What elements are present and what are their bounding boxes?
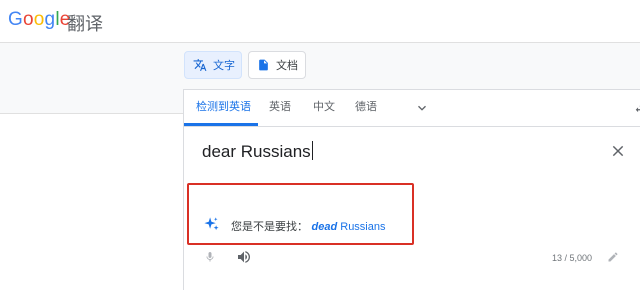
tab-detected-english[interactable]: 检测到英语 <box>196 90 251 126</box>
document-mode-button[interactable]: 文档 <box>248 51 306 79</box>
product-name: 翻译 <box>67 14 103 35</box>
suggestion-rest: Russians <box>337 221 386 233</box>
active-tab-indicator <box>184 123 258 126</box>
suggestion-corrected-word: dead <box>311 221 338 233</box>
character-count: 13 / 5,000 <box>552 253 593 263</box>
app-header: Google 翻译 <box>0 0 640 42</box>
swap-icon[interactable] <box>634 101 640 115</box>
tab-german[interactable]: 德语 <box>355 90 377 126</box>
tab-chinese[interactable]: 中文 <box>313 90 335 126</box>
source-panel: 检测到英语 英语 中文 德语 dear Russians 您是不是要找： dea… <box>183 89 640 290</box>
source-text-input[interactable]: dear Russians <box>202 141 313 162</box>
did-you-mean-suggestion: 您是不是要找： dead Russians <box>231 218 385 234</box>
source-text-value: dear Russians <box>202 142 311 161</box>
google-logo[interactable]: Google <box>8 9 71 31</box>
close-icon[interactable] <box>610 143 626 159</box>
toolbar-divider <box>0 113 183 114</box>
tab-english[interactable]: 英语 <box>269 90 291 126</box>
text-mode-label: 文字 <box>213 59 235 72</box>
suggestion-link[interactable]: dead Russians <box>312 220 386 233</box>
text-mode-button[interactable]: 文字 <box>184 51 242 79</box>
document-mode-label: 文档 <box>276 59 298 72</box>
text-caret <box>311 141 313 160</box>
speaker-icon[interactable] <box>236 249 252 265</box>
pencil-icon[interactable] <box>607 251 619 263</box>
suggestion-highlight-box <box>187 183 414 245</box>
document-icon <box>259 59 268 71</box>
mic-icon[interactable] <box>204 249 216 265</box>
suggestion-prefix: 您是不是要找： <box>231 220 308 233</box>
source-language-bar: 检测到英语 英语 中文 德语 <box>184 90 640 127</box>
sparkle-icon <box>204 217 219 231</box>
chevron-down-icon[interactable] <box>415 101 429 115</box>
translate-icon <box>193 59 207 71</box>
